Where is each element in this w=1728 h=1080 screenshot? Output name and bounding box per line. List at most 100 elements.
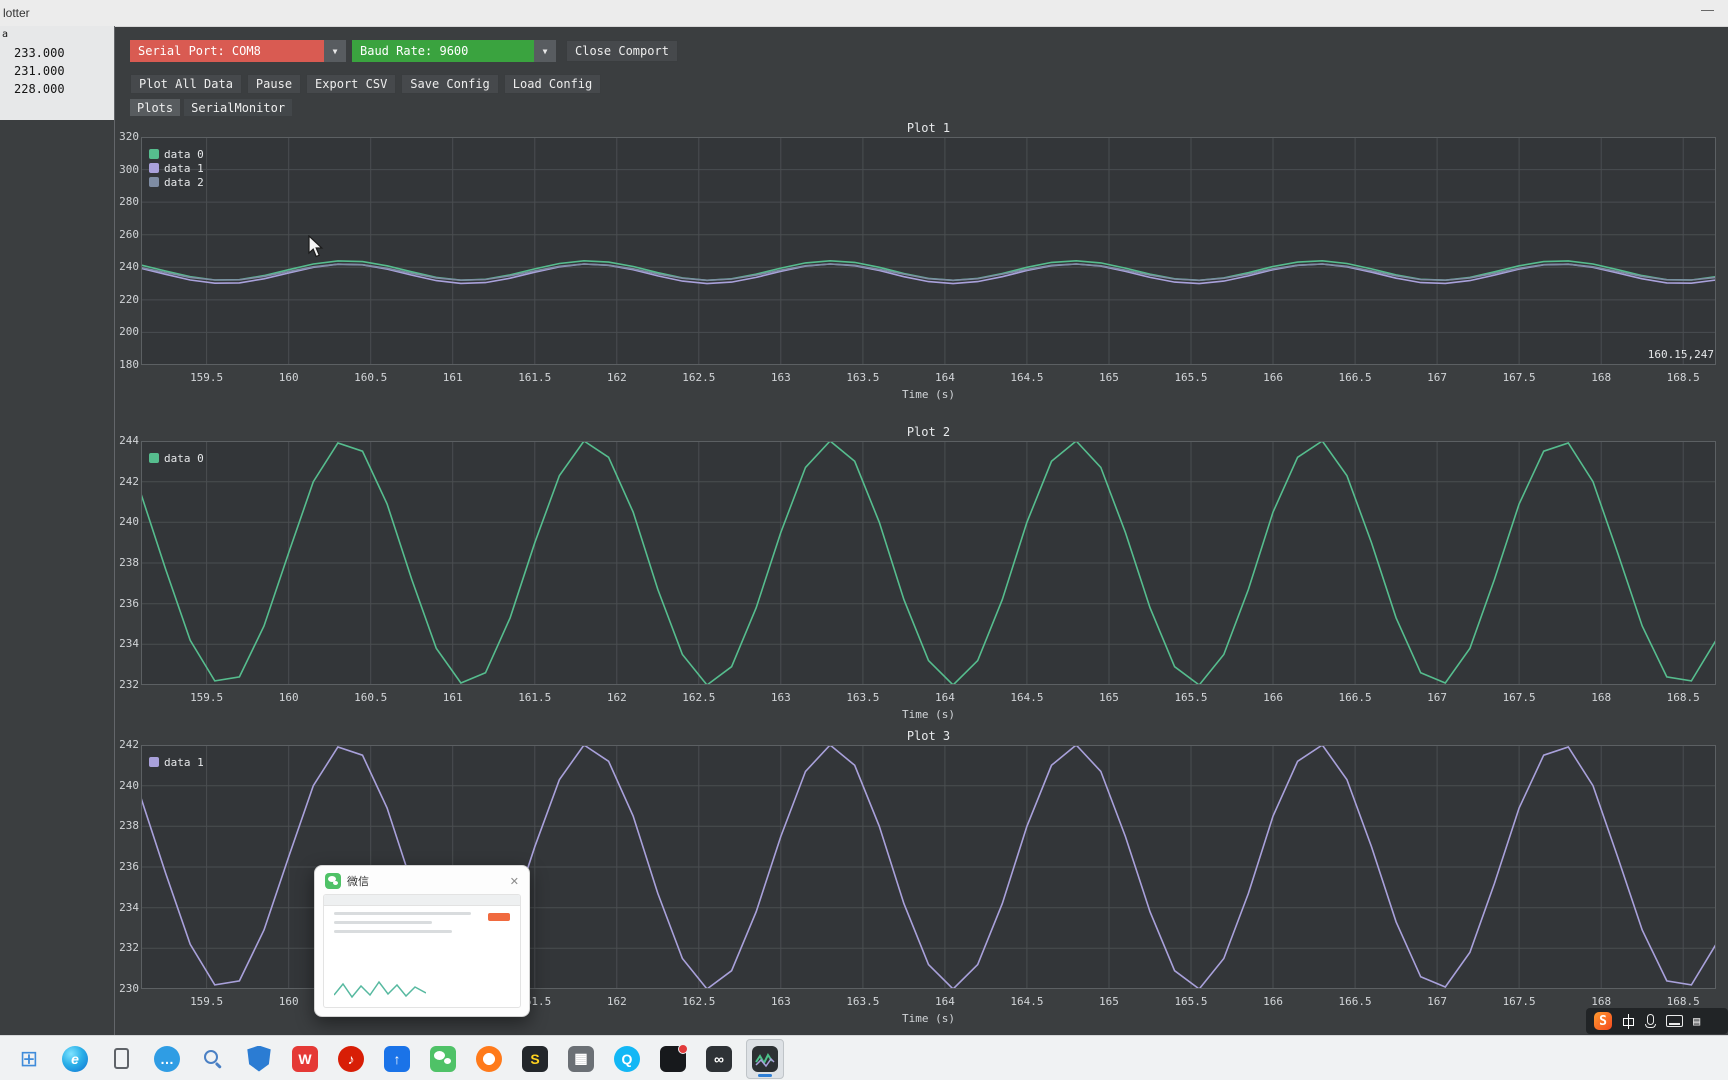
taskbar-calculator-icon[interactable]: ▦ (562, 1039, 600, 1079)
plot-legend: data 1 (149, 755, 204, 769)
data-column-header: a (2, 29, 9, 40)
baud-rate-dropdown-arrow-icon[interactable]: ▼ (534, 40, 556, 62)
y-tick-label: 240 (119, 515, 139, 529)
legend-swatch-icon (149, 453, 159, 463)
x-tick-label: 160 (278, 691, 299, 704)
pause-button[interactable]: Pause (246, 74, 302, 94)
plot-legend: data 0 (149, 451, 204, 465)
cursor-coordinates-readout: 160.15,247 (1647, 348, 1714, 361)
x-tick-label: 167 (1427, 995, 1448, 1008)
ime-toolbar: S ▤ (1586, 1008, 1728, 1034)
x-tick-label: 160.5 (354, 691, 388, 704)
y-tick-label: 320 (119, 130, 139, 143)
x-tick-label: 164.5 (1010, 995, 1044, 1008)
x-tick-label: 161 (442, 371, 463, 384)
y-tick-label: 232 (119, 678, 139, 691)
taskbar-music-icon[interactable]: ♪ (332, 1039, 370, 1079)
x-tick-label: 164.5 (1010, 691, 1044, 704)
baud-rate-select[interactable]: Baud Rate: 9600 (352, 40, 534, 62)
serial-port-dropdown-arrow-icon[interactable]: ▼ (324, 40, 346, 62)
x-tick-label: 166.5 (1338, 691, 1372, 704)
taskbar-infinity-app-icon[interactable]: ∞ (700, 1039, 738, 1079)
chinese-mode-icon[interactable] (1622, 1013, 1635, 1029)
x-tick-label: 165 (1099, 691, 1119, 704)
taskbar-teams-chat-icon[interactable]: … (148, 1039, 186, 1079)
x-tick-label: 163 (770, 691, 791, 704)
taskbar-phone-link-icon[interactable] (102, 1039, 140, 1079)
tab-serial-monitor[interactable]: SerialMonitor (184, 99, 293, 116)
taskbar-wps-icon[interactable]: W (286, 1039, 324, 1079)
x-tick-label: 162.5 (682, 371, 716, 384)
x-tick-label: 167.5 (1502, 995, 1536, 1008)
taskbar-preview-popup[interactable]: 微信 ✕ (314, 865, 530, 1017)
x-tick-label: 159.5 (190, 691, 224, 704)
plot-all-data-button[interactable]: Plot All Data (130, 74, 242, 94)
window-titlebar: lotter — (0, 0, 1728, 27)
legend-item[interactable]: data 1 (149, 161, 204, 175)
x-tick-label: 166.5 (1338, 995, 1372, 1008)
sogou-logo-icon[interactable]: S (1594, 1012, 1612, 1030)
taskbar-wechat-icon[interactable] (424, 1039, 462, 1079)
x-tick-label: 168 (1591, 371, 1612, 384)
legend-item[interactable]: data 1 (149, 755, 204, 769)
x-tick-label: 167 (1427, 371, 1448, 384)
taskbar-ide-icon[interactable] (654, 1039, 692, 1079)
taskbar-qq-icon[interactable]: Q (608, 1039, 646, 1079)
taskbar-browser-orange-icon[interactable] (470, 1039, 508, 1079)
taskbar-flash-icon[interactable]: S (516, 1039, 554, 1079)
preview-mini-titlebar (324, 895, 520, 906)
legend-item[interactable]: data 2 (149, 175, 204, 189)
wechat-icon (325, 873, 341, 889)
x-tick-label: 166 (1263, 995, 1283, 1008)
toolbox-icon[interactable]: ▤ (1693, 1014, 1700, 1028)
preview-header: 微信 ✕ (315, 866, 529, 894)
x-tick-label: 159.5 (190, 371, 224, 384)
legend-swatch-icon (149, 177, 159, 187)
desktop: lotter — a 233.000 231.000 228.000 Seria… (0, 0, 1728, 1080)
plot-area[interactable] (140, 439, 1717, 687)
preview-close-icon[interactable]: ✕ (510, 875, 521, 888)
tab-plots[interactable]: Plots (130, 99, 181, 116)
x-tick-label: 168.5 (1666, 691, 1700, 704)
x-tick-label: 161 (442, 691, 463, 704)
legend-item[interactable]: data 0 (149, 451, 204, 465)
connection-toolbar: Serial Port: COM8 ▼ Baud Rate: 9600 ▼ Cl… (130, 40, 678, 62)
taskbar-edge-icon[interactable]: e (56, 1039, 94, 1079)
x-tick-label: 162 (606, 691, 627, 704)
keyboard-icon[interactable] (1666, 1015, 1683, 1027)
serial-port-select[interactable]: Serial Port: COM8 (130, 40, 324, 62)
x-tick-label: 163.5 (846, 371, 880, 384)
y-tick-label: 280 (119, 195, 139, 209)
taskbar-icons: ⊞ e … W ♪ ↑ S ▦ Q ∞ (0, 1038, 784, 1079)
data-values-panel: a 233.000 231.000 228.000 (0, 26, 114, 120)
preview-thumbnail[interactable] (323, 894, 521, 1008)
x-tick-label: 164 (934, 371, 955, 384)
legend-item[interactable]: data 0 (149, 147, 204, 161)
x-tick-label: 160 (278, 995, 299, 1008)
plot-title: Plot 2 (906, 425, 951, 439)
plot-area[interactable] (140, 136, 1717, 366)
minimize-icon[interactable]: — (1701, 2, 1714, 17)
x-tick-label: 161.5 (518, 691, 552, 704)
export-csv-button[interactable]: Export CSV (306, 74, 397, 94)
taskbar-serial-plotter-icon[interactable] (746, 1038, 784, 1079)
load-config-button[interactable]: Load Config (503, 74, 602, 94)
save-config-button[interactable]: Save Config (401, 74, 499, 94)
y-tick-label: 200 (119, 325, 139, 339)
taskbar-start-icon[interactable]: ⊞ (10, 1039, 48, 1079)
y-tick-label: 236 (119, 596, 139, 610)
x-tick-label: 165.5 (1174, 691, 1208, 704)
x-tick-label: 165.5 (1174, 371, 1208, 384)
taskbar-security-shield-icon[interactable] (240, 1039, 278, 1079)
taskbar-netdisk-icon[interactable]: ↑ (378, 1039, 416, 1079)
microphone-icon[interactable] (1645, 1014, 1656, 1028)
x-tick-label: 162 (606, 995, 627, 1008)
y-tick-label: 232 (119, 941, 139, 955)
y-tick-label: 260 (119, 227, 139, 241)
y-tick-label: 236 (119, 860, 139, 873)
x-tick-label: 163.5 (846, 995, 880, 1008)
taskbar-search-icon[interactable] (194, 1039, 232, 1079)
x-tick-label: 164.5 (1010, 371, 1044, 384)
data-value: 228.000 (14, 82, 65, 96)
close-comport-button[interactable]: Close Comport (566, 40, 678, 62)
